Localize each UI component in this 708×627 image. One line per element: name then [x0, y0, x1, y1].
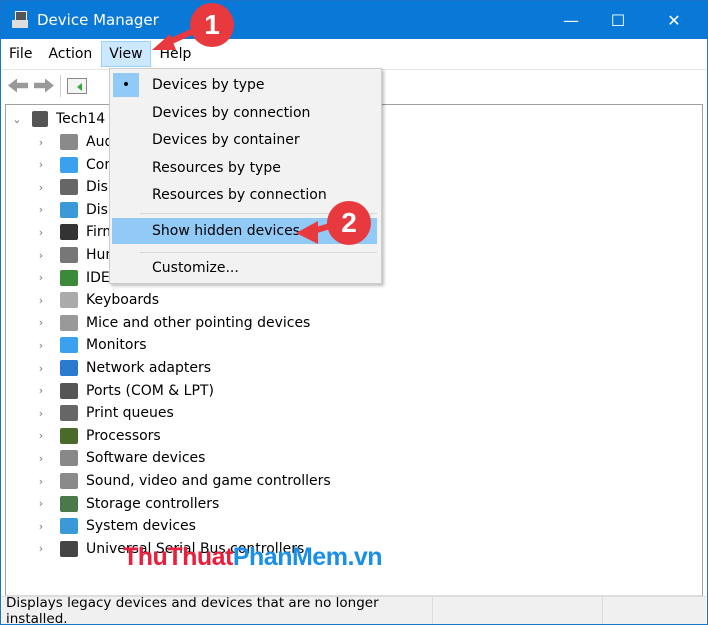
step-1-badge: 1: [190, 3, 234, 47]
arrow-1-head: [152, 34, 176, 50]
annotation-arrows: [152, 25, 331, 244]
arrow-2-head: [296, 221, 318, 244]
watermark: ThuThuatPhanMem.vn: [123, 543, 383, 572]
step-2-badge: 2: [327, 201, 371, 245]
watermark-part2: PhanMem.vn: [232, 543, 383, 571]
watermark-part1: ThuThuat: [123, 543, 233, 571]
